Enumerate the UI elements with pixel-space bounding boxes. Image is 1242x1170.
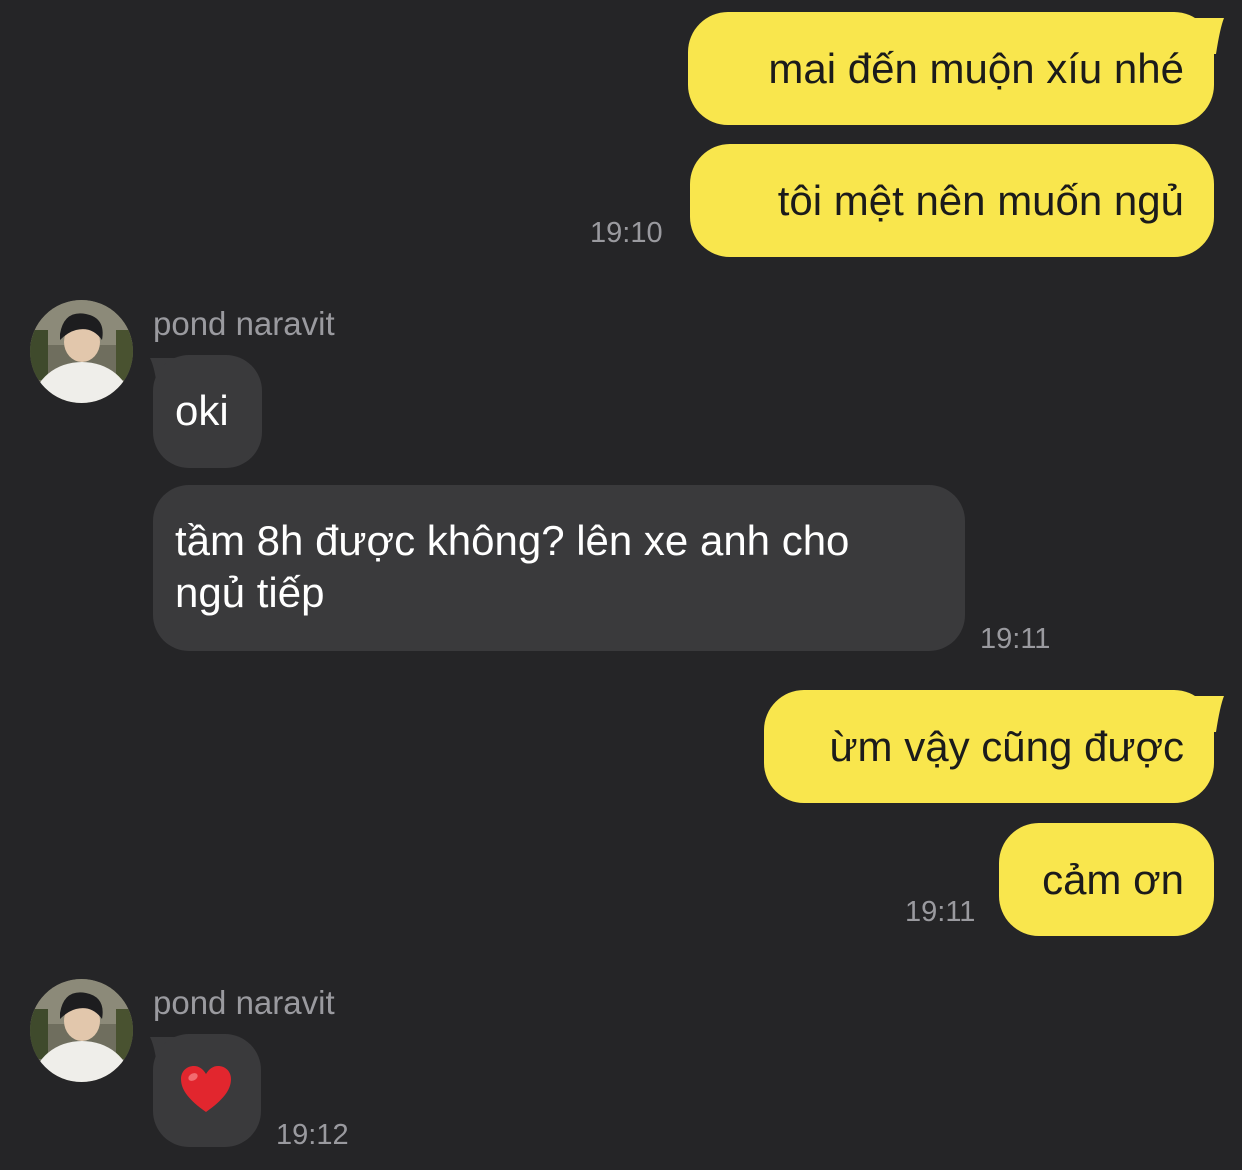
message-timestamp: 19:11: [980, 623, 1051, 655]
avatar-photo: [30, 979, 133, 1082]
bubble-tail: [1190, 18, 1224, 54]
message-text: tôi mệt nên muốn ngủ: [777, 176, 1184, 224]
message-text: ừm vậy cũng được: [829, 722, 1184, 770]
message-text-line: tầm 8h được không? lên xe anh cho: [175, 517, 850, 564]
outgoing-message-bubble[interactable]: cảm ơn: [999, 823, 1214, 936]
outgoing-message-bubble[interactable]: ừm vậy cũng được: [764, 690, 1214, 803]
message-text: cảm ơn: [1042, 855, 1184, 903]
contact-avatar[interactable]: [30, 300, 133, 403]
incoming-message-bubble[interactable]: oki: [153, 355, 262, 468]
message-timestamp: 19:10: [590, 217, 663, 249]
contact-avatar[interactable]: [30, 979, 133, 1082]
outgoing-message-bubble[interactable]: tôi mệt nên muốn ngủ: [690, 144, 1214, 257]
heart-icon: [181, 1066, 231, 1112]
outgoing-message-bubble[interactable]: mai đến muộn xíu nhé: [688, 12, 1214, 125]
incoming-message-bubble[interactable]: [153, 1034, 261, 1147]
message-timestamp: 19:12: [276, 1119, 349, 1151]
avatar-photo: [30, 300, 133, 403]
message-text: oki: [175, 387, 229, 434]
message-timestamp: 19:11: [905, 896, 976, 928]
sender-name: pond naravit: [153, 984, 335, 1021]
message-text-line: ngủ tiếp: [175, 569, 325, 616]
incoming-message-bubble[interactable]: tầm 8h được không? lên xe anh cho ngủ ti…: [153, 485, 965, 651]
bubble-tail: [1190, 696, 1224, 732]
sender-name: pond naravit: [153, 305, 335, 342]
message-text: mai đến muộn xíu nhé: [768, 44, 1184, 92]
